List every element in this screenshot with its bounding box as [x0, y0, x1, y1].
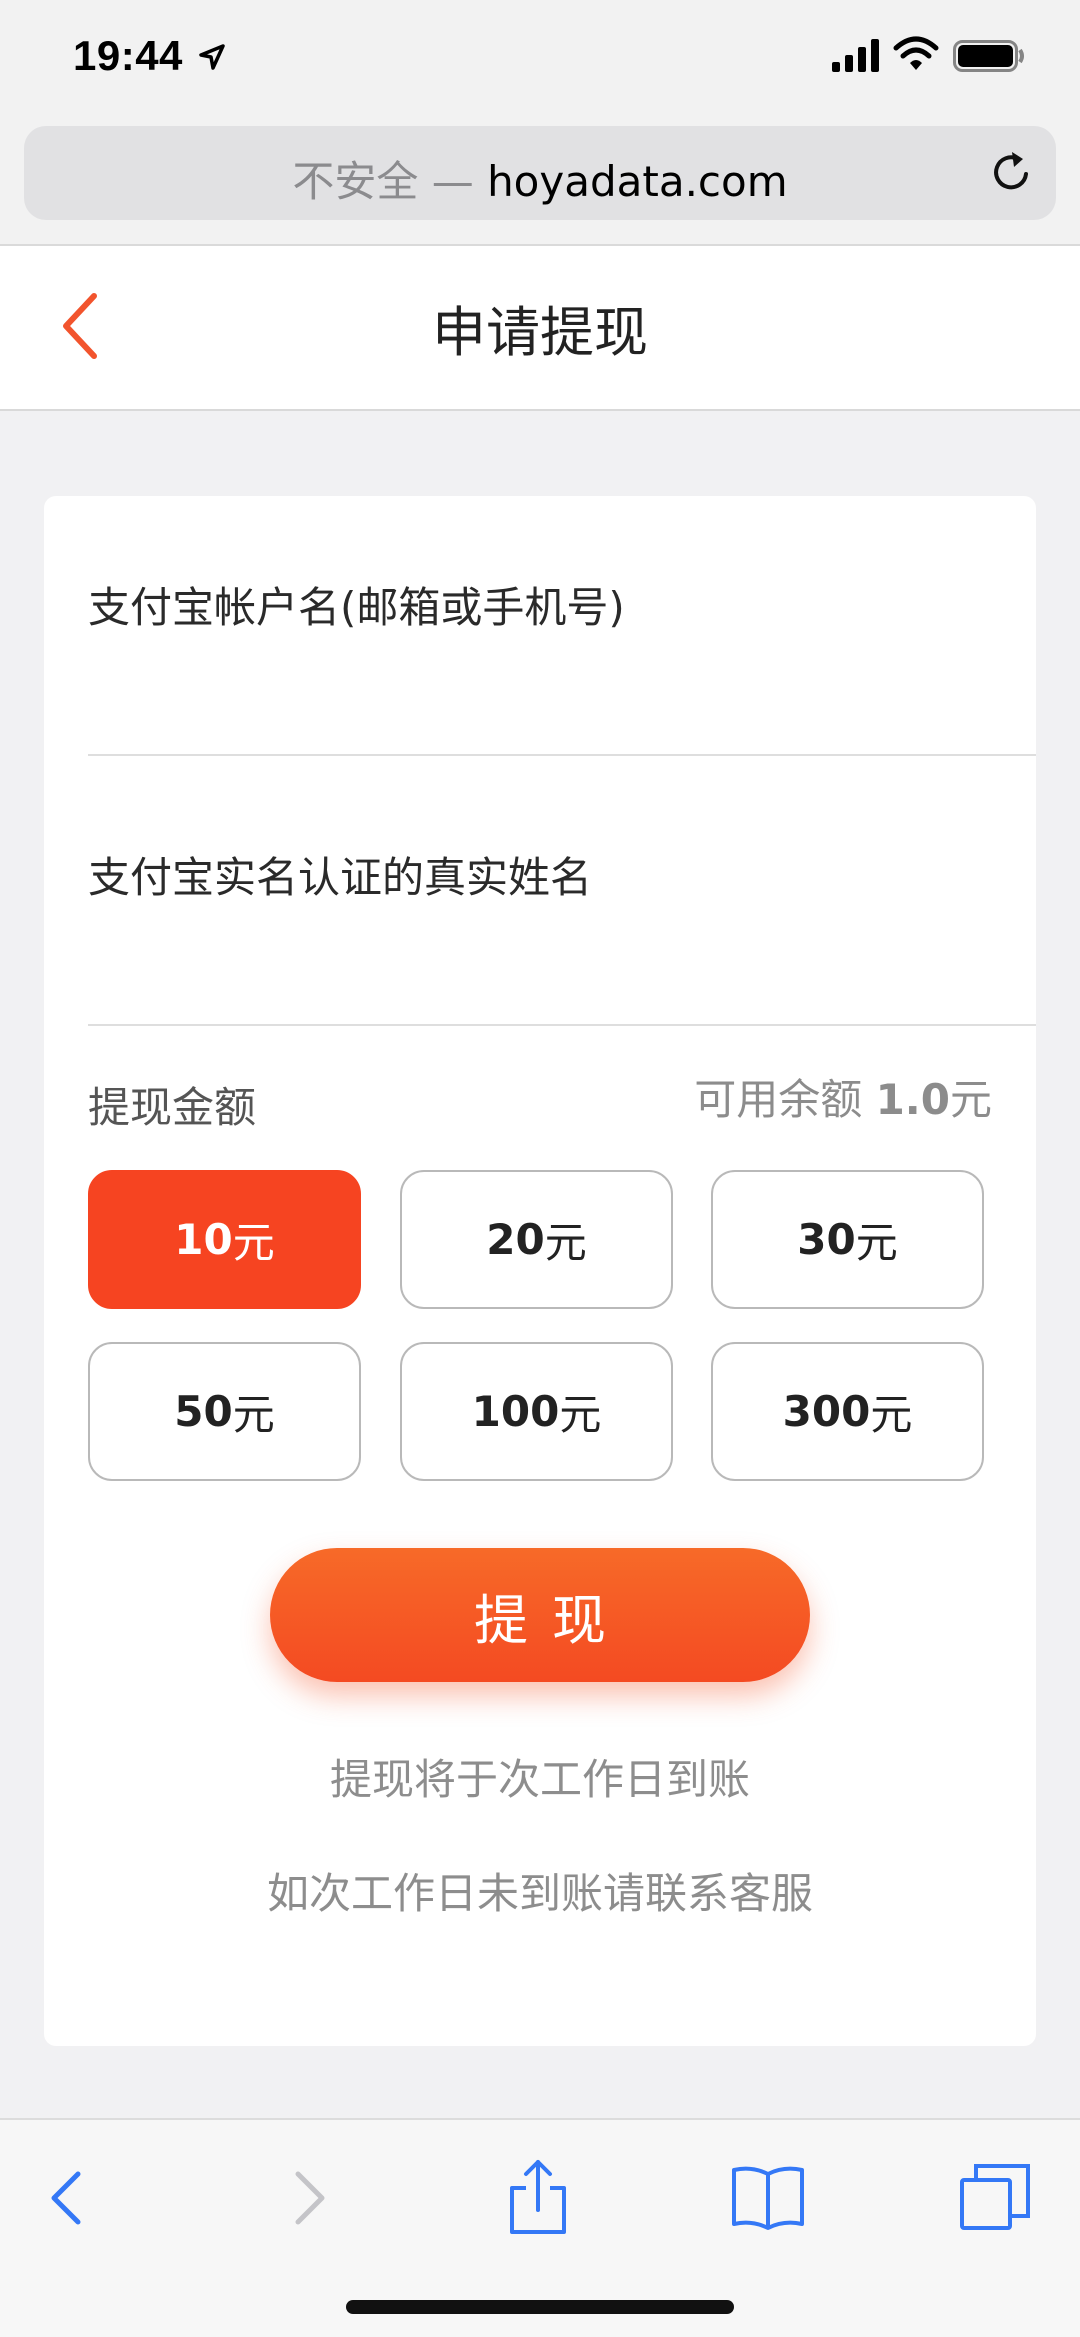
amount-option-100[interactable]: 100 元: [400, 1342, 673, 1481]
amount-value: 50: [174, 1387, 233, 1436]
amount-unit: 元: [232, 1390, 275, 1439]
amount-option-300[interactable]: 300 元: [711, 1342, 984, 1481]
location-arrow-icon: [199, 44, 225, 70]
alipay-account-field: 支付宝帐户名(邮箱或手机号): [88, 496, 1036, 756]
available-balance: 可用余额 1.0元: [694, 1066, 992, 1127]
amount-unit: 元: [559, 1390, 602, 1439]
reload-icon[interactable]: [988, 148, 1036, 196]
share-icon[interactable]: [498, 2158, 578, 2238]
real-name-field: 支付宝实名认证的真实姓名: [88, 766, 1036, 1026]
real-name-label: 支付宝实名认证的真实姓名: [88, 853, 593, 902]
amount-unit: 元: [544, 1218, 587, 1267]
amount-option-50[interactable]: 50 元: [88, 1342, 361, 1481]
page-header: 申请提现: [0, 246, 1080, 411]
page-title: 申请提现: [432, 301, 648, 364]
amount-value: 20: [486, 1215, 545, 1264]
home-indicator[interactable]: [346, 2300, 734, 2314]
url-bar[interactable]: 不安全 — hoyadata.com: [24, 126, 1056, 220]
amount-unit: 元: [232, 1218, 275, 1267]
cellular-signal-icon: [832, 39, 879, 72]
amount-option-10[interactable]: 10 元: [88, 1170, 361, 1309]
alipay-account-label: 支付宝帐户名(邮箱或手机号): [88, 583, 625, 632]
url-text[interactable]: 不安全 — hoyadata.com: [24, 148, 1056, 209]
balance-value: 1.0: [875, 1075, 950, 1124]
amount-option-20[interactable]: 20 元: [400, 1170, 673, 1309]
amount-unit: 元: [855, 1218, 898, 1267]
tabs-icon[interactable]: [956, 2158, 1036, 2238]
amount-value: 30: [797, 1215, 856, 1264]
back-icon[interactable]: [28, 2158, 108, 2238]
amount-unit: 元: [870, 1390, 913, 1439]
battery-icon: [953, 40, 1024, 72]
withdraw-submit-label: 提现: [474, 1588, 630, 1652]
wifi-icon: [893, 36, 939, 70]
browser-address-area: 不安全 — hoyadata.com: [0, 118, 1080, 246]
amount-option-30[interactable]: 30 元: [711, 1170, 984, 1309]
real-name-input[interactable]: [88, 916, 988, 996]
balance-unit: 元: [949, 1075, 992, 1124]
amount-value: 100: [471, 1387, 560, 1436]
support-note: 如次工作日未到账请联系客服: [266, 1869, 813, 1918]
arrival-note: 提现将于次工作日到账: [329, 1755, 750, 1804]
amount-value: 10: [174, 1215, 233, 1264]
url-insecure-label: 不安全 —: [292, 157, 488, 206]
status-time: 19:44: [73, 32, 183, 79]
withdraw-form-card: 支付宝帐户名(邮箱或手机号) 支付宝实名认证的真实姓名 提现金额 可用余额 1.…: [44, 496, 1036, 2046]
status-bar: 19:44: [0, 0, 1080, 118]
amount-value: 300: [782, 1387, 871, 1436]
alipay-account-input[interactable]: [88, 646, 988, 726]
forward-icon[interactable]: [268, 2158, 348, 2238]
url-domain: hoyadata.com: [487, 157, 788, 206]
withdraw-amount-label: 提现金额: [88, 1083, 257, 1132]
bookmarks-icon[interactable]: [728, 2158, 808, 2238]
balance-prefix: 可用余额: [694, 1075, 876, 1124]
withdraw-submit-button[interactable]: 提现: [270, 1548, 810, 1682]
